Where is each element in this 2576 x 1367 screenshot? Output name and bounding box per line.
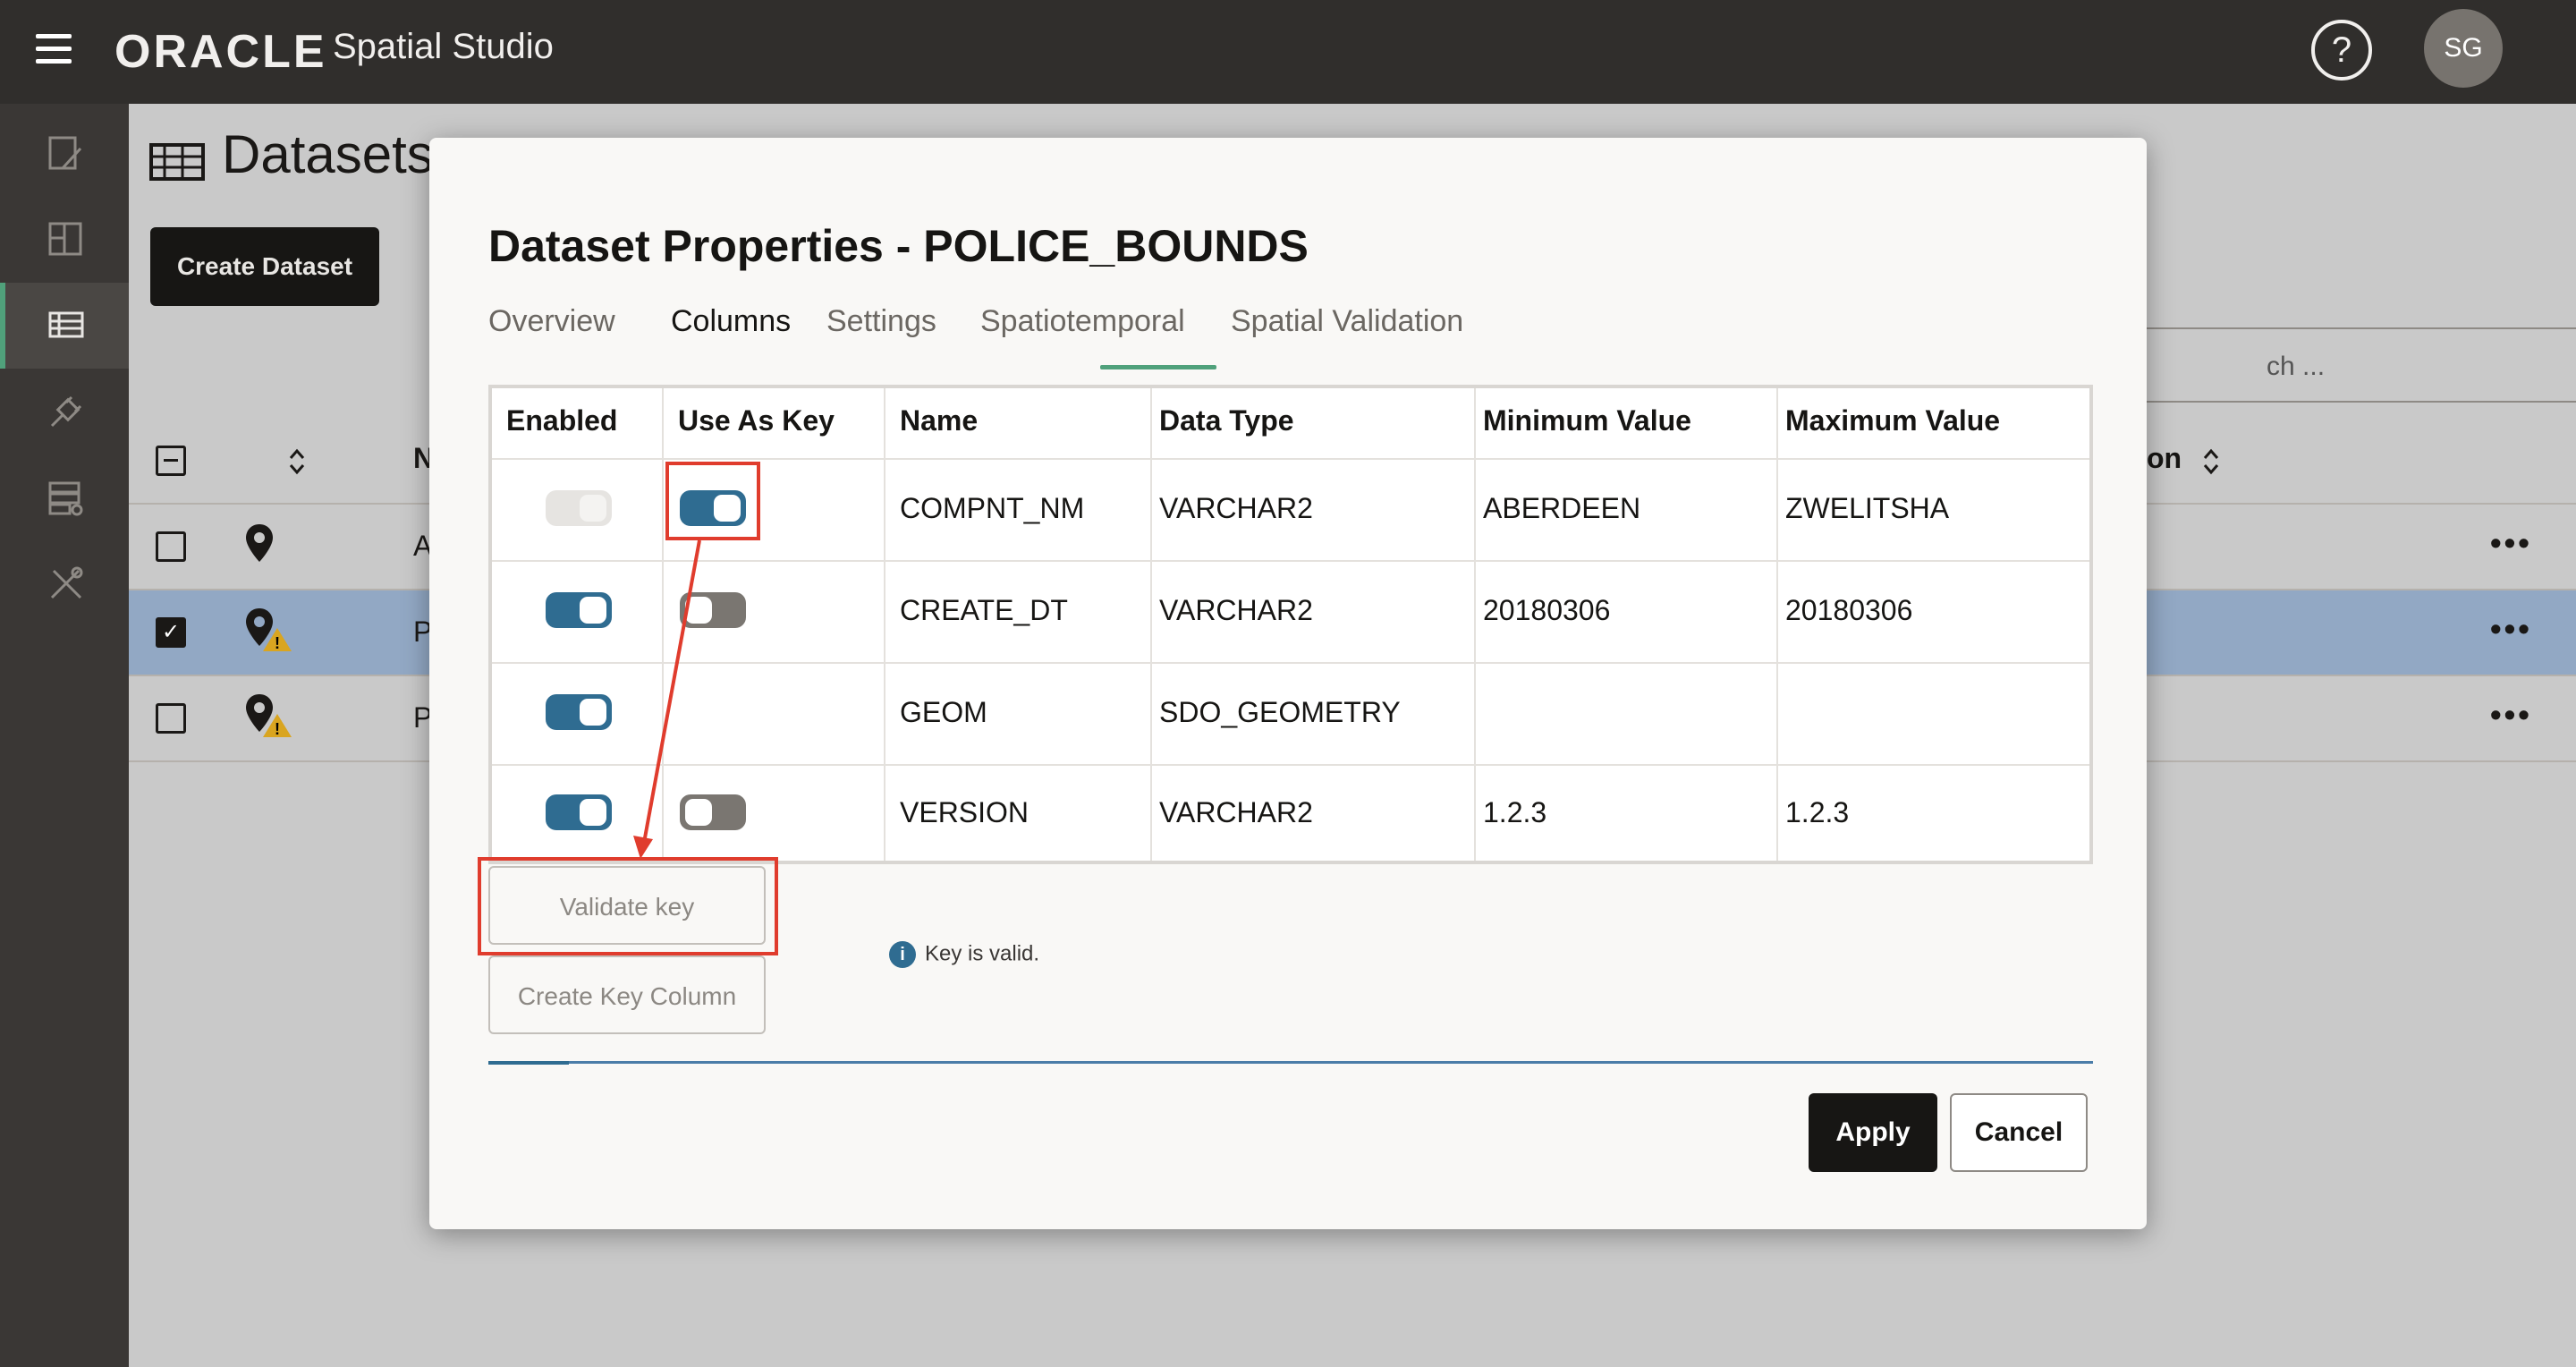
maximum-value: 20180306 [1785,594,1913,626]
dataset-properties-dialog: Dataset Properties - POLICE_BOUNDS Overv… [429,138,2147,1229]
grid-header-row: Enabled Use As Key Name Data Type Minimu… [492,388,2089,460]
oracle-logo: ORACLE [114,26,327,78]
column-name: GEOM [900,696,987,728]
tab-columns[interactable]: Columns [671,304,791,339]
row-actions-icon[interactable]: ••• [2490,696,2532,734]
datasets-table-icon [48,311,84,338]
dashboard-icon [48,222,82,256]
datasets-title-icon [149,143,205,181]
enabled-toggle[interactable] [546,694,612,730]
minimum-value: 1.2.3 [1483,796,1547,828]
grid-row: GEOM SDO_GEOMETRY [492,662,2089,766]
info-icon: i [889,941,916,968]
data-type: VARCHAR2 [1159,796,1313,828]
sort-icon[interactable] [288,446,306,478]
validation-message-text: Key is valid. [925,941,1040,966]
data-server-icon [48,481,83,516]
select-all-checkbox[interactable] [156,446,186,476]
active-tab-indicator [1100,365,1216,369]
dialog-title: Dataset Properties - POLICE_BOUNDS [488,221,1309,271]
column-name: COMPNT_NM [900,492,1085,524]
grid-row: CREATE_DT VARCHAR2 20180306 20180306 [492,560,2089,664]
map-pin-warning-icon: ! [246,608,292,652]
column-header: Enabled [506,404,618,437]
sidebar-item-data[interactable] [0,454,129,540]
search-input[interactable]: ch ... [2086,327,2576,403]
grid-row: VERSION VARCHAR2 1.2.3 1.2.3 [492,764,2089,866]
minimum-value: ABERDEEN [1483,492,1641,524]
column-header: Name [900,404,979,437]
progress-bar [488,1061,2093,1065]
tools-icon [50,566,83,599]
svg-text:!: ! [275,720,280,738]
sidebar-item-datasets[interactable] [0,283,129,369]
enabled-toggle [546,490,612,526]
svg-text:!: ! [275,634,280,652]
apply-button[interactable]: Apply [1809,1093,1937,1172]
minimum-value: 20180306 [1483,594,1611,626]
data-type: SDO_GEOMETRY [1159,696,1401,728]
page-title: Datasets [222,124,434,184]
tab-spatial-validation[interactable]: Spatial Validation [1231,304,1463,339]
create-dataset-button[interactable]: Create Dataset [150,227,379,306]
map-pin-icon [246,524,273,562]
maximum-value: ZWELITSHA [1785,492,1950,524]
connections-plug-icon [50,395,82,428]
column-header: Data Type [1159,404,1294,437]
row-actions-icon[interactable]: ••• [2490,524,2532,562]
enabled-toggle[interactable] [546,794,612,830]
cancel-button[interactable]: Cancel [1950,1093,2088,1172]
column-name: VERSION [900,796,1030,828]
sidebar-item-tools[interactable] [0,540,129,626]
sidebar [0,104,129,1367]
row-checkbox[interactable] [156,703,186,734]
enabled-toggle[interactable] [546,592,612,628]
sidebar-item-dashboard[interactable] [0,197,129,283]
column-header: Minimum Value [1483,404,1691,437]
tab-overview[interactable]: Overview [488,304,615,339]
sidebar-item-connections[interactable] [0,369,129,454]
maximum-value: 1.2.3 [1785,796,1850,828]
project-edit-icon [48,136,82,170]
columns-grid: Enabled Use As Key Name Data Type Minimu… [488,385,2093,864]
column-name: CREATE_DT [900,594,1068,626]
help-icon[interactable]: ? [2311,20,2372,81]
highlight-validate-button [478,857,778,955]
user-avatar[interactable]: SG [2424,9,2503,88]
column-header: Use As Key [678,404,835,437]
highlight-key-toggle [665,462,760,540]
sidebar-item-projects[interactable] [0,111,129,197]
validation-message: i Key is valid. [889,941,1039,968]
hamburger-menu-icon[interactable] [36,34,72,70]
top-bar: ORACLE Spatial Studio ? SG [0,0,2576,104]
use-as-key-toggle[interactable] [680,794,746,830]
row-checkbox[interactable] [156,531,186,562]
sort-icon[interactable] [2202,446,2220,478]
row-actions-icon[interactable]: ••• [2490,610,2532,648]
tab-spatiotemporal[interactable]: Spatiotemporal [980,304,1185,339]
use-as-key-toggle[interactable] [680,592,746,628]
product-name: Spatial Studio [333,27,554,66]
create-key-column-button[interactable]: Create Key Column [488,955,766,1034]
data-type: VARCHAR2 [1159,492,1313,524]
column-header-right[interactable]: on [2147,442,2182,475]
tab-settings[interactable]: Settings [826,304,936,339]
column-header: Maximum Value [1785,404,2001,437]
progress-fill [488,1061,569,1065]
row-checkbox[interactable]: ✓ [156,617,186,648]
data-type: VARCHAR2 [1159,594,1313,626]
map-pin-warning-icon: ! [246,694,292,738]
